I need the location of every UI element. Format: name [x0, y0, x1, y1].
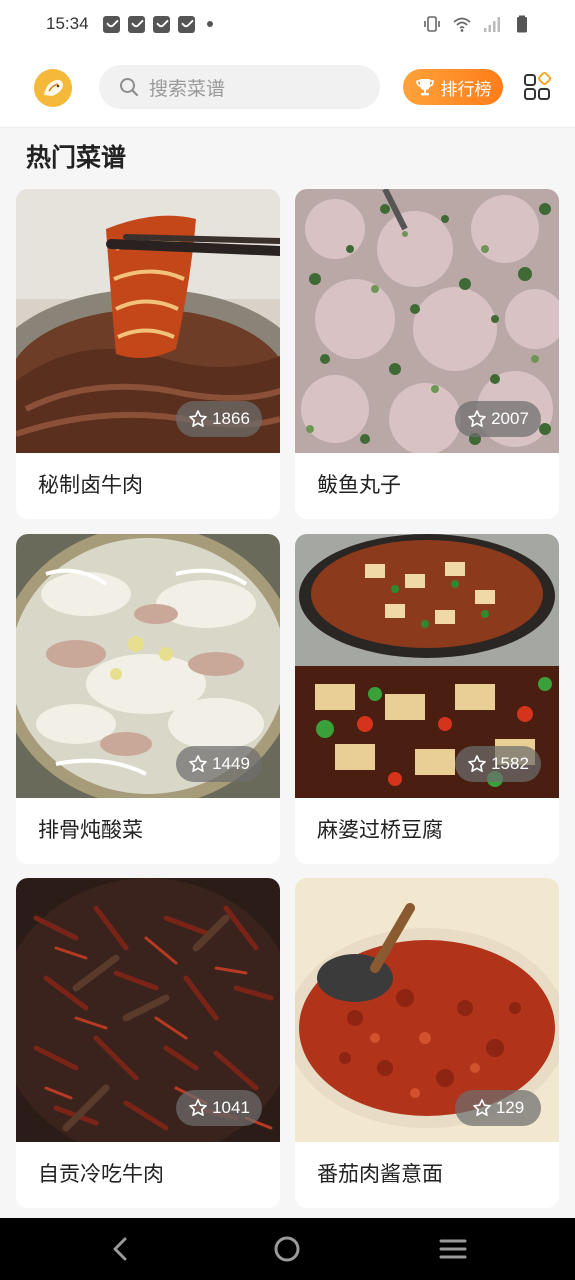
recipe-card[interactable]: 1866 秘制卤牛肉: [16, 189, 280, 519]
recipe-card[interactable]: 1582 麻婆过桥豆腐: [295, 534, 559, 864]
star-count: 129: [495, 1098, 525, 1117]
search-icon: [120, 78, 139, 97]
notification-icon: [127, 15, 145, 33]
star-rating-badge: 1449: [176, 746, 262, 782]
notification-icon: [177, 15, 195, 33]
recipe-card[interactable]: 1449 排骨炖酸菜: [16, 534, 280, 864]
search-placeholder: 搜索菜谱: [149, 77, 226, 100]
star-icon: [189, 755, 207, 772]
app-header: 搜索菜谱 排行榜: [0, 48, 575, 128]
star-icon: [473, 1099, 491, 1116]
status-left: 15:34: [46, 14, 213, 34]
ranking-label: 排行榜: [440, 79, 492, 100]
star-rating-badge: 1582: [455, 746, 541, 782]
status-bar: 15:34: [0, 0, 575, 48]
star-icon: [189, 1099, 207, 1116]
recipe-name: 麻婆过桥豆腐: [317, 818, 443, 842]
notification-icon: [102, 15, 120, 33]
star-count: 1866: [212, 409, 250, 428]
trophy-icon: [415, 79, 434, 96]
vibrate-icon: [424, 16, 440, 32]
signal-icon: [484, 17, 500, 32]
star-icon: [189, 410, 207, 427]
more-notifications-dot: [206, 21, 213, 27]
recipe-name: 秘制卤牛肉: [38, 473, 143, 497]
back-icon[interactable]: [104, 1232, 138, 1266]
home-icon[interactable]: [270, 1232, 304, 1266]
recipe-name: 番茄肉酱意面: [317, 1162, 443, 1186]
star-rating-badge: 1041: [176, 1090, 262, 1126]
section-title: 热门菜谱: [26, 144, 127, 172]
recipe-name: 自贡冷吃牛肉: [38, 1162, 164, 1186]
star-rating-badge: 129: [455, 1090, 541, 1126]
status-right: [423, 15, 531, 33]
recipe-card[interactable]: 1041 自贡冷吃牛肉: [16, 878, 280, 1208]
category-grid-icon[interactable]: [522, 71, 554, 103]
star-rating-badge: 2007: [455, 401, 541, 437]
star-icon: [468, 410, 486, 427]
system-nav-bar: [0, 1218, 575, 1280]
star-count: 1041: [212, 1098, 250, 1117]
recipe-card[interactable]: 2007 鲅鱼丸子: [295, 189, 559, 519]
battery-icon: [517, 15, 527, 33]
star-icon: [468, 755, 486, 772]
recipe-name: 排骨炖酸菜: [38, 818, 143, 842]
ranking-button[interactable]: 排行榜: [403, 69, 503, 105]
star-count: 1582: [491, 754, 529, 773]
menu-icon[interactable]: [436, 1232, 470, 1266]
recipe-name: 鲅鱼丸子: [317, 473, 401, 497]
star-count: 1449: [212, 754, 250, 773]
user-avatar[interactable]: [34, 69, 72, 107]
notification-icon: [152, 15, 170, 33]
recipe-card[interactable]: 129 番茄肉酱意面: [295, 878, 559, 1208]
wifi-icon: [453, 17, 471, 32]
chef-avatar-icon: [34, 69, 72, 107]
status-time: 15:34: [46, 14, 89, 33]
search-bar[interactable]: 搜索菜谱: [99, 65, 380, 109]
star-count: 2007: [491, 409, 529, 428]
star-rating-badge: 1866: [176, 401, 262, 437]
